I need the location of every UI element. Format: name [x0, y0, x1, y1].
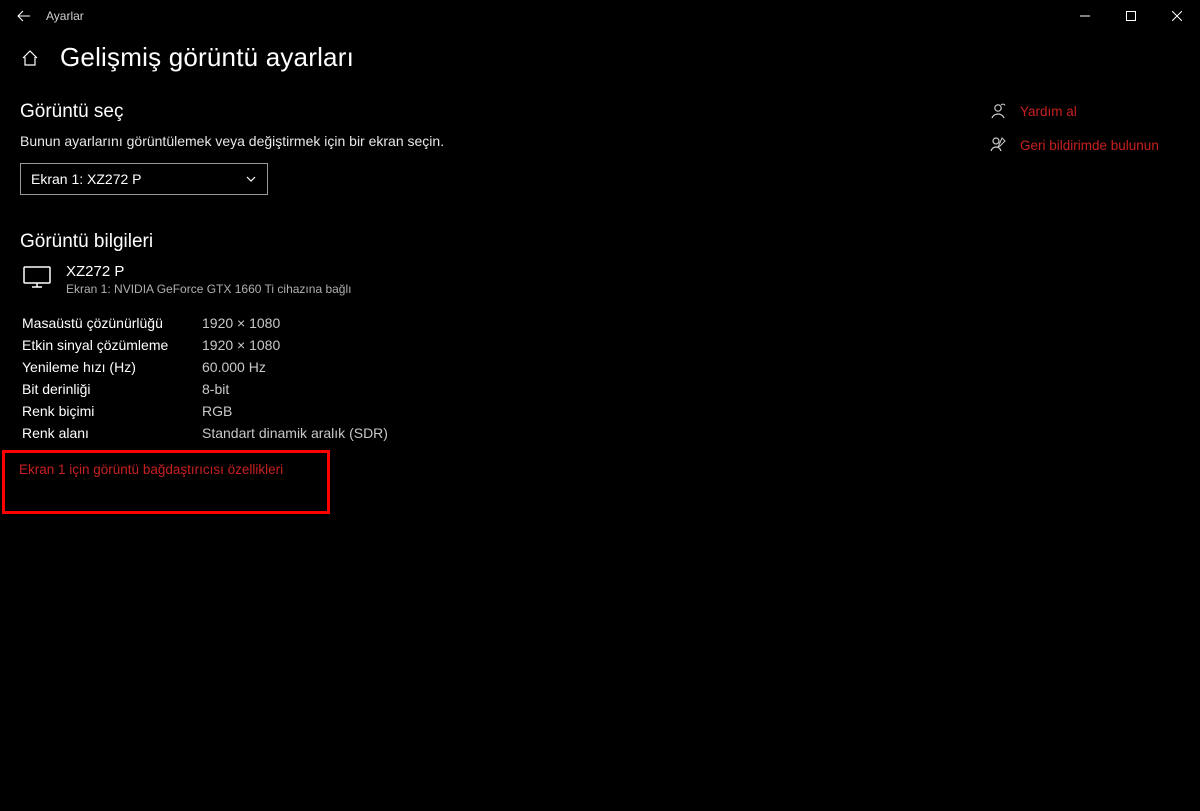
home-button[interactable]	[20, 48, 40, 68]
help-link-label: Yardım al	[1020, 104, 1077, 119]
chevron-down-icon	[245, 173, 257, 185]
info-value: 8-bit	[202, 378, 388, 400]
monitor-icon	[22, 265, 52, 289]
help-sidebar: Yardım al Geri bildirimde bulunun	[988, 101, 1188, 169]
back-button[interactable]	[6, 0, 42, 32]
select-display-hint: Bunun ayarlarını görüntülemek veya değiş…	[20, 133, 920, 149]
minimize-icon	[1080, 11, 1090, 21]
help-link[interactable]: Yardım al	[988, 101, 1188, 121]
info-row: Etkin sinyal çözümleme1920 × 1080	[22, 334, 388, 356]
home-icon	[21, 49, 39, 67]
maximize-icon	[1126, 11, 1136, 21]
info-value: 1920 × 1080	[202, 312, 388, 334]
main-content: Görüntü seç Bunun ayarlarını görüntüleme…	[20, 79, 920, 514]
feedback-icon	[988, 135, 1008, 155]
close-button[interactable]	[1154, 0, 1200, 32]
info-value: 60.000 Hz	[202, 356, 388, 378]
display-info-title: Görüntü bilgileri	[20, 231, 920, 253]
info-row: Masaüstü çözünürlüğü1920 × 1080	[22, 312, 388, 334]
select-display-title: Görüntü seç	[20, 101, 920, 123]
display-select-value: Ekran 1: XZ272 P	[31, 171, 142, 187]
info-row: Yenileme hızı (Hz)60.000 Hz	[22, 356, 388, 378]
adapter-properties-link[interactable]: Ekran 1 için görüntü bağdaştırıcısı özel…	[19, 462, 283, 477]
adapter-properties-highlight: Ekran 1 için görüntü bağdaştırıcısı özel…	[2, 450, 330, 514]
maximize-button[interactable]	[1108, 0, 1154, 32]
info-value: Standart dinamik aralık (SDR)	[202, 422, 388, 444]
page-header: Gelişmiş görüntü ayarları	[0, 32, 1200, 79]
info-value: RGB	[202, 400, 388, 422]
page-title: Gelişmiş görüntü ayarları	[60, 42, 354, 73]
feedback-link[interactable]: Geri bildirimde bulunun	[988, 135, 1188, 155]
info-key: Etkin sinyal çözümleme	[22, 334, 202, 356]
titlebar: Ayarlar	[0, 0, 1200, 32]
minimize-button[interactable]	[1062, 0, 1108, 32]
close-icon	[1172, 11, 1182, 21]
info-key: Renk alanı	[22, 422, 202, 444]
info-key: Masaüstü çözünürlüğü	[22, 312, 202, 334]
info-key: Bit derinliği	[22, 378, 202, 400]
monitor-header: XZ272 P Ekran 1: NVIDIA GeForce GTX 1660…	[22, 263, 920, 296]
info-value: 1920 × 1080	[202, 334, 388, 356]
info-key: Renk biçimi	[22, 400, 202, 422]
display-info-table: Masaüstü çözünürlüğü1920 × 1080Etkin sin…	[22, 312, 388, 444]
info-row: Renk biçimiRGB	[22, 400, 388, 422]
info-row: Bit derinliği8-bit	[22, 378, 388, 400]
info-row: Renk alanıStandart dinamik aralık (SDR)	[22, 422, 388, 444]
arrow-left-icon	[17, 9, 31, 23]
info-key: Yenileme hızı (Hz)	[22, 356, 202, 378]
display-select-dropdown[interactable]: Ekran 1: XZ272 P	[20, 163, 268, 195]
monitor-name: XZ272 P	[66, 263, 351, 280]
monitor-subtext: Ekran 1: NVIDIA GeForce GTX 1660 Ti ciha…	[66, 282, 351, 296]
window-controls	[1062, 0, 1200, 32]
feedback-link-label: Geri bildirimde bulunun	[1020, 138, 1159, 153]
help-icon	[988, 101, 1008, 121]
app-title: Ayarlar	[46, 9, 84, 23]
